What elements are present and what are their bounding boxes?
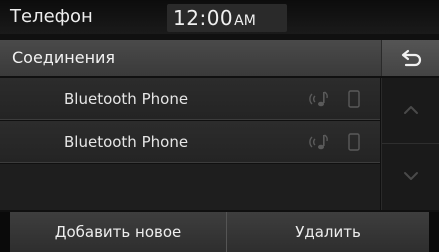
- back-button[interactable]: [381, 40, 439, 76]
- delete-button[interactable]: Удалить: [227, 212, 429, 252]
- scroll-up-button[interactable]: [382, 78, 439, 144]
- status-bar: Телефон 12:00AM: [0, 0, 439, 34]
- empty-list-slot: [0, 164, 380, 210]
- clock: 12:00AM: [167, 4, 287, 32]
- page-title: Соединения: [12, 48, 116, 67]
- add-new-button[interactable]: Добавить новое: [10, 212, 227, 252]
- screen: Телефон 12:00AM Соединения Bluetooth Pho…: [0, 0, 439, 252]
- app-title: Телефон: [10, 6, 93, 27]
- device-name: Bluetooth Phone: [64, 133, 189, 151]
- device-name: Bluetooth Phone: [64, 90, 189, 108]
- list-item[interactable]: Bluetooth Phone: [0, 78, 380, 120]
- scroll-down-button[interactable]: [382, 144, 439, 210]
- list-item[interactable]: Bluetooth Phone: [0, 121, 380, 163]
- back-arrow-icon: [401, 49, 422, 67]
- phone-icon: [348, 90, 360, 108]
- bluetooth-audio-icon: [309, 91, 328, 107]
- header: Соединения: [0, 40, 439, 76]
- scroll-column: [381, 78, 439, 210]
- bluetooth-audio-icon: [309, 134, 328, 150]
- chevron-down-icon: [404, 172, 418, 180]
- device-list: Bluetooth Phone Bluetooth Phone: [0, 78, 380, 210]
- chevron-up-icon: [404, 106, 418, 114]
- phone-icon: [348, 133, 360, 151]
- clock-time: 12:00: [173, 6, 234, 30]
- clock-ampm: AM: [234, 13, 256, 29]
